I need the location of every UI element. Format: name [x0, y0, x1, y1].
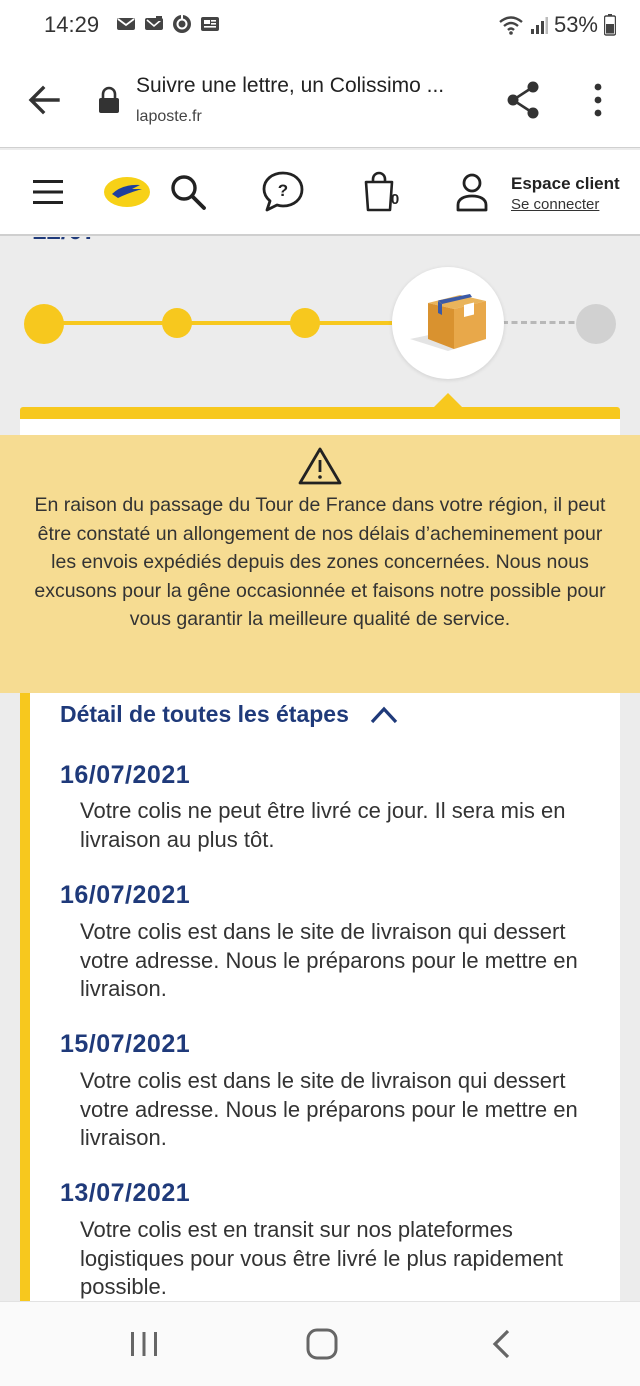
- wifi-icon: [499, 16, 523, 35]
- step-dot-2: [162, 308, 192, 338]
- timeline-bar: [20, 693, 30, 1301]
- shopping-bag-icon[interactable]: 0: [360, 170, 404, 214]
- event-date: 16/07/2021: [60, 761, 191, 789]
- step-dot-5: [576, 304, 616, 344]
- share-icon[interactable]: [504, 80, 542, 120]
- help-chat-icon[interactable]: ?: [260, 170, 306, 214]
- notification-icons: [116, 14, 220, 34]
- app-icon: [173, 15, 191, 33]
- home-icon[interactable]: [304, 1328, 340, 1360]
- status-right: 53%: [498, 12, 616, 38]
- progress-line: [44, 321, 392, 325]
- account-label[interactable]: Espace client: [511, 174, 620, 194]
- progress-line-pending: [502, 321, 584, 324]
- news-icon: [201, 17, 219, 31]
- signal-icon: [530, 17, 548, 34]
- alert-text: En raison du passage du Tour de France d…: [34, 494, 606, 630]
- event-date: 16/07/2021: [60, 881, 191, 909]
- browser-toolbar: Suivre une lettre, un Colissimo ... lapo…: [0, 52, 640, 148]
- warning-icon: [298, 447, 342, 485]
- step-current: [392, 267, 504, 379]
- package-icon: [410, 294, 486, 351]
- mail-icon: [117, 18, 135, 30]
- event-text: Votre colis est dans le site de livraiso…: [80, 1068, 578, 1150]
- page-url[interactable]: laposte.fr: [136, 108, 202, 126]
- event-text: Votre colis est dans le site de livraiso…: [80, 919, 578, 1001]
- event-date: 15/07/2021: [60, 1030, 191, 1058]
- alert-banner: En raison du passage du Tour de France d…: [0, 435, 640, 693]
- battery-level: 53%: [553, 12, 598, 37]
- main-content: 12/07: [0, 237, 640, 1301]
- menu-icon[interactable]: [32, 178, 64, 206]
- status-bar: 14:29 53%: [0, 0, 640, 52]
- status-time: 14:29: [44, 12, 100, 37]
- battery-icon: [604, 14, 616, 36]
- login-link[interactable]: Se connecter: [511, 196, 599, 213]
- lock-icon: [99, 86, 119, 113]
- event-date: 13/07/2021: [60, 1179, 191, 1207]
- event-text: Votre colis ne peut être livré ce jour. …: [80, 798, 566, 852]
- nav-back-icon[interactable]: [488, 1328, 514, 1360]
- recent-apps-icon[interactable]: [128, 1330, 160, 1358]
- details-title[interactable]: Détail de toutes les étapes: [60, 701, 349, 728]
- more-options-icon[interactable]: [586, 82, 610, 118]
- back-arrow-icon[interactable]: [26, 82, 62, 118]
- page-title[interactable]: Suivre une lettre, un Colissimo ...: [136, 74, 466, 98]
- chevron-up-icon[interactable]: [369, 705, 399, 725]
- event-text: Votre colis est en transit sur nos plate…: [80, 1217, 564, 1299]
- email-icon: [145, 16, 163, 30]
- details-toggle[interactable]: Détail de toutes les étapes: [60, 701, 399, 728]
- svg-text:?: ?: [278, 181, 288, 200]
- step-dot-3: [290, 308, 320, 338]
- la-poste-logo-icon[interactable]: [102, 174, 152, 210]
- tracking-date: 12/07: [32, 237, 97, 246]
- cart-count: 0: [391, 191, 399, 208]
- card-top-border: [20, 407, 620, 419]
- user-icon[interactable]: [454, 172, 490, 212]
- step-dot-1: [24, 304, 64, 344]
- search-icon[interactable]: [168, 172, 208, 212]
- site-header: ? 0 Espace client Se connecter: [0, 150, 640, 236]
- navigation-bar: [0, 1301, 640, 1386]
